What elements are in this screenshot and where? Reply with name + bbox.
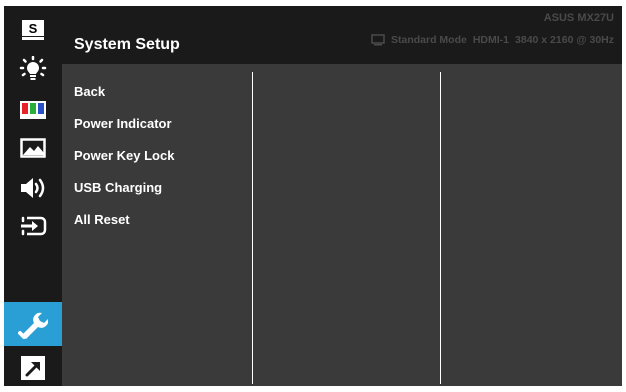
osd-window: S System Setup ASUS MX27U Standard Mode … [4, 6, 622, 386]
header: System Setup ASUS MX27U Standard Mode HD… [62, 6, 622, 64]
status-bar: Standard Mode HDMI-1 3840 x 2160 @ 30Hz [371, 34, 614, 46]
column-divider-2 [440, 72, 441, 384]
sidebar-item-brightness[interactable] [4, 53, 62, 89]
menu-item-power-indicator[interactable]: Power Indicator [74, 116, 174, 148]
splendid-s-icon: S [22, 20, 44, 40]
sidebar-item-input-select[interactable] [4, 208, 62, 244]
model-name: ASUS MX27U [543, 12, 614, 24]
menu-item-back[interactable]: Back [74, 84, 174, 116]
splendid-s-label: S [29, 21, 38, 36]
sidebar-item-image[interactable] [4, 130, 62, 166]
menu-item-usb-charging[interactable]: USB Charging [74, 180, 174, 212]
brightness-icon [19, 56, 47, 80]
shortcut-icon [21, 356, 45, 380]
sidebar: S [4, 6, 62, 386]
image-icon [20, 138, 46, 158]
system-setup-icon [18, 312, 48, 339]
color-icon [20, 101, 46, 119]
sound-icon [21, 178, 45, 198]
sidebar-item-system-setup[interactable] [4, 302, 62, 346]
column-divider-1 [252, 72, 253, 384]
monitor-icon [371, 34, 385, 46]
resolution-text: 3840 x 2160 @ 30Hz [515, 34, 614, 46]
mode-text: Standard Mode [391, 34, 467, 46]
sidebar-item-shortcut[interactable] [4, 350, 62, 386]
menu-list: Back Power Indicator Power Key Lock USB … [74, 84, 174, 244]
sidebar-item-sound[interactable] [4, 170, 62, 206]
input-select-icon [21, 216, 47, 236]
sidebar-item-splendid[interactable]: S [4, 12, 62, 48]
page-title: System Setup [74, 36, 180, 53]
input-text: HDMI-1 [472, 34, 510, 46]
menu-item-power-key-lock[interactable]: Power Key Lock [74, 148, 174, 180]
main-panel: System Setup ASUS MX27U Standard Mode HD… [62, 6, 622, 386]
menu-item-all-reset[interactable]: All Reset [74, 212, 174, 244]
sidebar-item-color[interactable] [4, 92, 62, 128]
